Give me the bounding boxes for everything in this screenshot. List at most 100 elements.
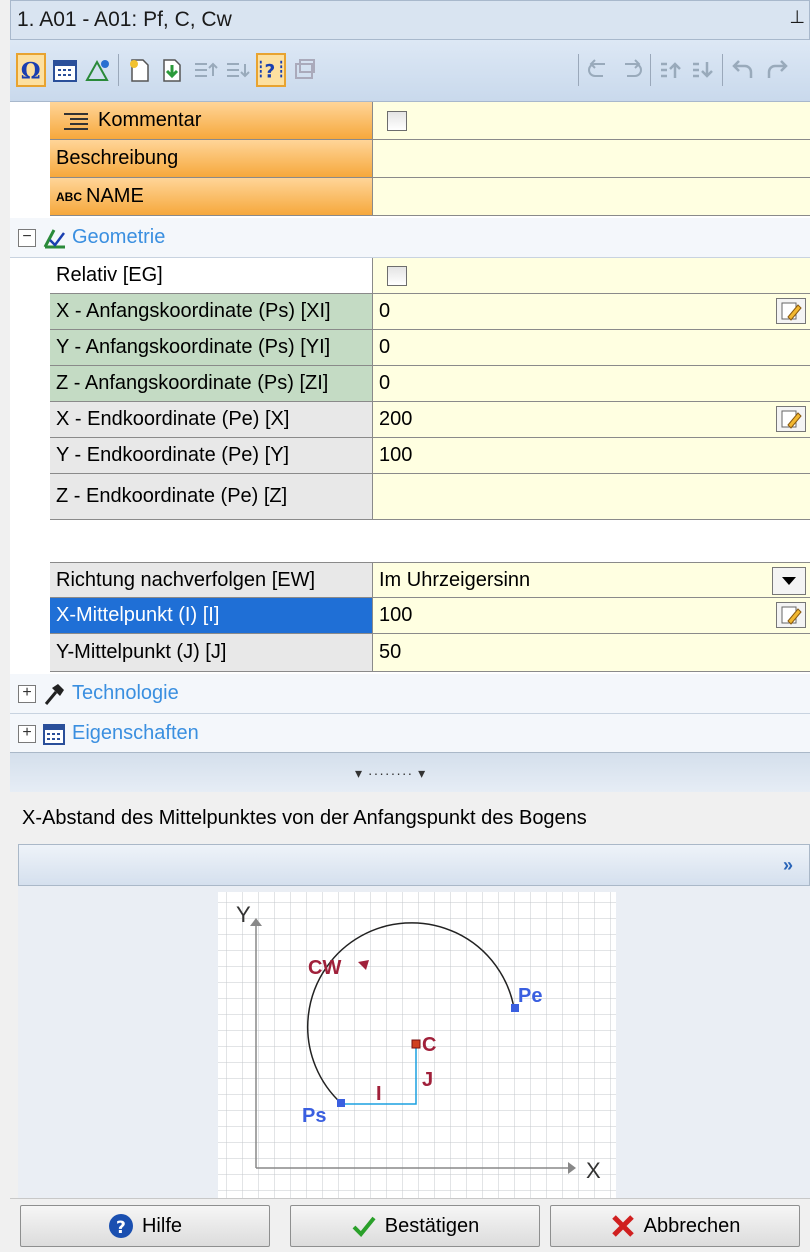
j-label: J [422,1069,433,1091]
arc-diagram: Y X CW Pe C J I Ps [218,892,616,1198]
y-label: Y - Endkoordinate (Pe) [Y] [56,444,290,466]
x-label: X - Endkoordinate (Pe) [X] [56,408,290,430]
name-field[interactable] [373,178,810,216]
i-field[interactable]: 100 [379,604,412,627]
geometrie-label: Geometrie [72,226,166,248]
row-kommentar[interactable]: Kommentar [10,102,810,140]
move-down-icon[interactable] [222,53,252,87]
edit-x-button[interactable] [776,406,806,432]
name-label: NAME [86,185,144,207]
splitter-handle[interactable]: ▾ ········ ▾ [10,752,810,792]
edit-xi-button[interactable] [776,298,806,324]
window-title-bar: 1. A01 - A01: Pf, C, Cw ⊥ [10,0,810,40]
edit-i-button[interactable] [776,602,806,628]
expand-icon[interactable]: + [18,684,36,703]
beschreibung-label: Beschreibung [56,147,179,169]
relativ-label: Relativ [EG] [56,264,163,286]
kommentar-checkbox[interactable] [387,110,407,131]
axis-x-label: X [586,1158,601,1183]
row-zi[interactable]: Z - Anfangskoordinate (Ps) [ZI] 0 [10,366,810,402]
y-field[interactable]: 100 [373,438,810,474]
chevron-down-icon [782,577,796,585]
redo-icon[interactable] [762,53,792,87]
relativ-checkbox[interactable] [387,265,407,286]
row-xi[interactable]: X - Anfangskoordinate (Ps) [XI] 0 [10,294,810,330]
group-eigenschaften[interactable]: + Eigenschaften [10,714,810,754]
property-grid: Kommentar Beschreibung ABC NAME − Geomet… [10,102,810,754]
pin-icon[interactable]: ⊥ [789,7,805,28]
pencil-icon [781,410,802,429]
zi-label: Z - Anfangskoordinate (Ps) [ZI] [56,372,329,394]
j-label: Y-Mittelpunkt (J) [J] [56,641,227,663]
grip-icon: ▾ ········ ▾ [355,765,427,781]
toolbar: Ω ? [10,40,810,102]
zi-field[interactable]: 0 [373,366,810,402]
ps-point [337,1099,345,1107]
x-field[interactable]: 200 [379,408,412,431]
yi-label: Y - Anfangskoordinate (Ps) [YI] [56,336,331,358]
technologie-label: Technologie [72,682,179,704]
omega-icon[interactable]: Ω [16,53,46,87]
calendar-icon [43,723,65,745]
collapse-icon[interactable]: − [18,228,36,247]
row-x[interactable]: X - Endkoordinate (Pe) [X] 200 [10,402,810,438]
expand-icon[interactable]: + [18,724,36,743]
description-text: X-Abstand des Mittelpunktes von der Anfa… [10,792,810,844]
row-i[interactable]: X-Mittelpunkt (I) [I] 100 [10,598,810,634]
geometry-group-icon [43,228,65,248]
dropdown-button[interactable] [772,567,806,595]
svg-text:?: ? [116,1218,126,1238]
row-j[interactable]: Y-Mittelpunkt (J) [J] 50 [10,634,810,672]
double-chevron-down-icon[interactable]: » [783,855,793,876]
hammer-icon [44,683,64,705]
preview-header: » [18,844,810,886]
svg-text:Ω: Ω [21,58,41,84]
abbrechen-button[interactable]: Abbrechen [550,1205,800,1247]
pencil-icon [781,302,802,321]
geometry-icon[interactable] [82,53,112,87]
abc-icon: ABC [56,189,82,204]
arrow-down-icon[interactable] [688,53,718,87]
row-yi[interactable]: Y - Anfangskoordinate (Ps) [YI] 0 [10,330,810,366]
group-geometrie[interactable]: − Geometrie [10,218,810,258]
arrow-up-icon[interactable] [656,53,686,87]
row-relativ[interactable]: Relativ [EG] [10,258,810,294]
row-beschreibung[interactable]: Beschreibung [10,140,810,178]
redo-list-icon[interactable] [616,53,646,87]
row-ew[interactable]: Richtung nachverfolgen [EW] Im Uhrzeiger… [10,562,810,598]
svg-text:?: ? [265,61,276,82]
ps-label: Ps [302,1105,326,1127]
c-point [411,1039,421,1049]
new-icon[interactable] [124,53,154,87]
pe-label: Pe [518,985,542,1007]
disabled-icon [290,53,320,87]
footer-bar: ? Hilfe Bestätigen Abbrechen [10,1198,810,1252]
kommentar-label: Kommentar [98,109,202,131]
xi-label: X - Anfangskoordinate (Ps) [XI] [56,300,331,322]
cw-label: CW [308,957,341,979]
yi-field[interactable]: 0 [373,330,810,366]
help-query-icon[interactable]: ? [256,53,286,87]
axis-y-label: Y [236,902,251,927]
row-name[interactable]: ABC NAME [10,178,810,216]
move-up-icon[interactable] [190,53,220,87]
row-y[interactable]: Y - Endkoordinate (Pe) [Y] 100 [10,438,810,474]
hilfe-button[interactable]: ? Hilfe [20,1205,270,1247]
ew-select[interactable]: Im Uhrzeigersinn [379,569,530,592]
row-z[interactable]: Z - Endkoordinate (Pe) [Z] [10,474,810,520]
comment-list-icon [64,112,88,130]
import-icon[interactable] [156,53,186,87]
xi-field[interactable]: 0 [379,300,390,323]
group-technologie[interactable]: + Technologie [10,674,810,714]
j-field[interactable]: 50 [373,634,810,672]
checkmark-icon [352,1216,376,1237]
z-field[interactable] [373,474,810,520]
beschreibung-field[interactable] [373,140,810,178]
undo-icon[interactable] [728,53,758,87]
eigenschaften-label: Eigenschaften [72,722,199,744]
bestaetigen-button[interactable]: Bestätigen [290,1205,540,1247]
i-label: I [376,1083,382,1105]
calendar-icon[interactable] [50,53,80,87]
undo-list-icon[interactable] [584,53,614,87]
close-icon [611,1215,634,1237]
